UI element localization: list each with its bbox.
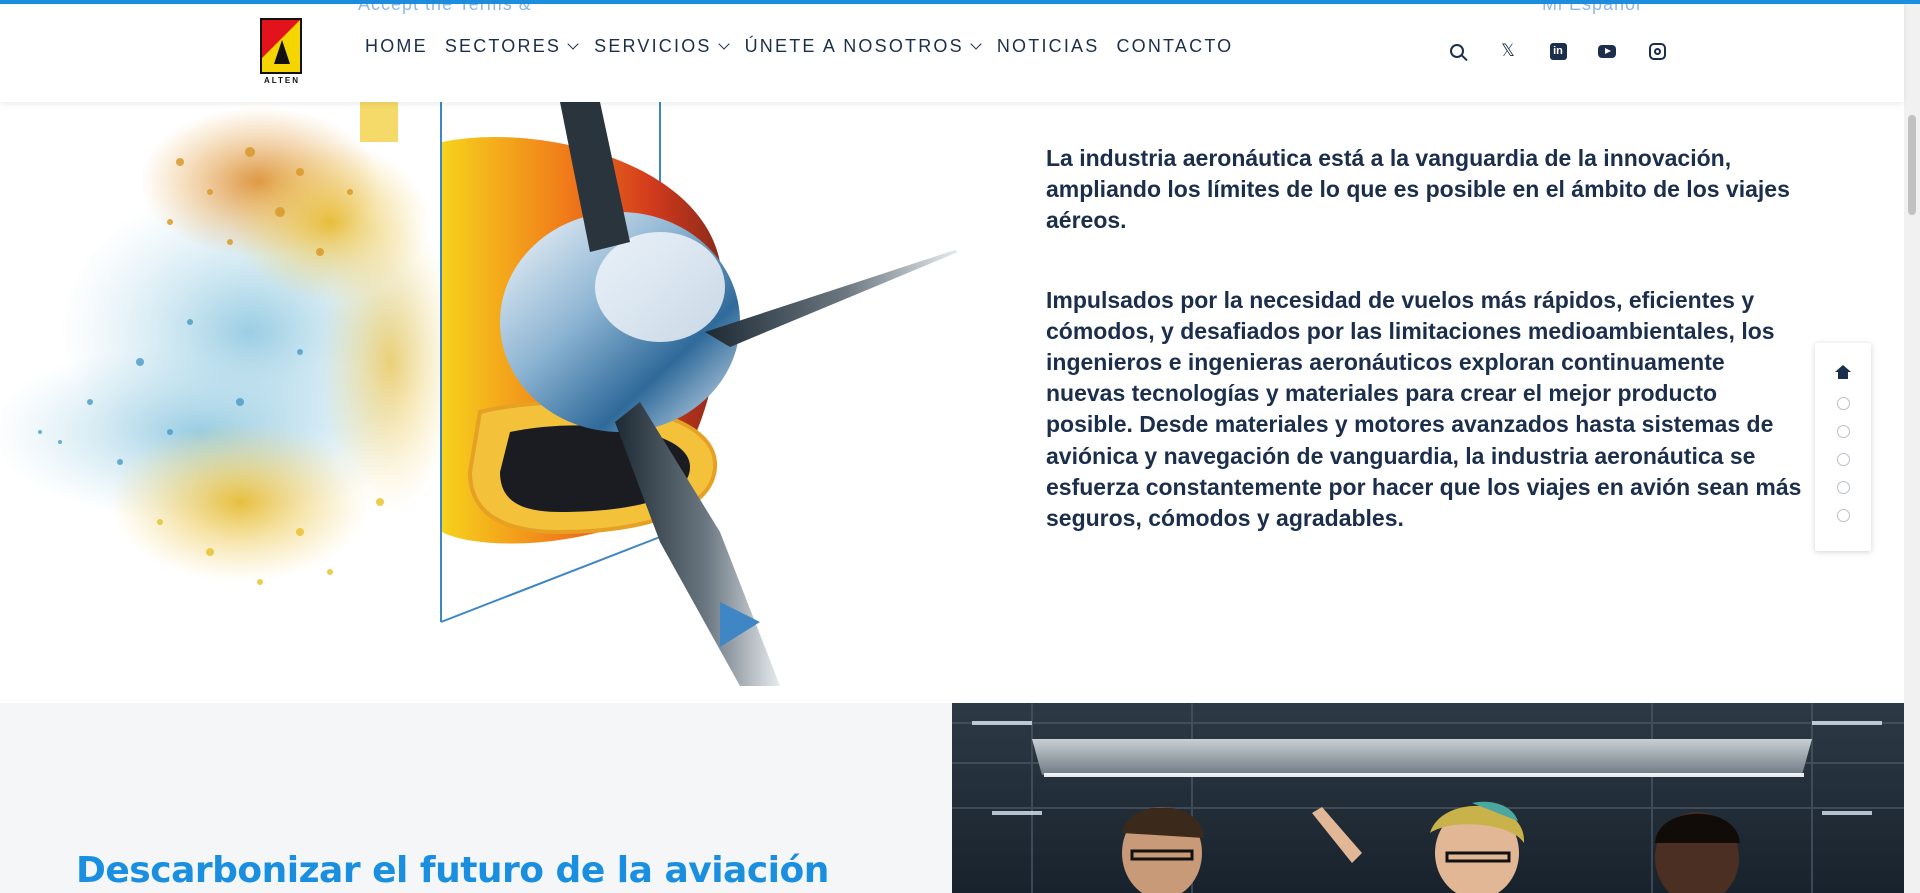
nav-label: HOME xyxy=(365,36,428,56)
hero-paragraph-2: Impulsados por la necesidad de vuelos má… xyxy=(1046,286,1802,532)
linkedin-link[interactable]: in xyxy=(1545,38,1571,64)
section-dot[interactable] xyxy=(1837,509,1850,522)
ghost-banner-text-right: Mi Español xyxy=(1542,0,1642,14)
alten-logo[interactable]: ALTEN xyxy=(260,18,304,88)
section-dot[interactable] xyxy=(1837,397,1850,410)
decarbonize-section: Descarbonizar el futuro de la aviación xyxy=(0,703,1904,893)
chevron-down-icon xyxy=(567,38,579,50)
linkedin-icon: in xyxy=(1549,42,1567,60)
chevron-down-icon xyxy=(717,38,730,50)
nav-unete[interactable]: ÚNETE A NOSOTROS xyxy=(744,36,982,57)
section-dot[interactable] xyxy=(1837,425,1850,438)
nav-label: CONTACTO xyxy=(1116,36,1234,56)
section-dot[interactable] xyxy=(1837,453,1850,466)
x-twitter-icon: 𝕏 xyxy=(1501,41,1515,61)
instagram-link[interactable] xyxy=(1644,38,1670,64)
nav-servicios[interactable]: SERVICIOS xyxy=(594,36,730,57)
logo-wordmark: ALTEN xyxy=(263,76,301,85)
instagram-icon xyxy=(1648,42,1666,60)
section-title: Descarbonizar el futuro de la aviación xyxy=(76,850,829,891)
nav-label: SECTORES xyxy=(444,36,562,56)
engineers-photo xyxy=(952,703,1904,893)
propeller-illustration xyxy=(0,102,960,686)
hero-paragraph-1: La industria aeronáutica está a la vangu… xyxy=(1046,145,1790,234)
home-icon[interactable] xyxy=(1835,365,1851,379)
engineers-photo-art xyxy=(952,703,1904,893)
nav-contacto[interactable]: CONTACTO xyxy=(1116,36,1233,57)
nav-label: NOTICIAS xyxy=(996,36,1100,56)
x-twitter-link[interactable]: 𝕏 xyxy=(1495,38,1521,64)
nav-label: ÚNETE A NOSOTROS xyxy=(744,36,964,56)
nav-label: SERVICIOS xyxy=(594,36,712,56)
search-icon xyxy=(1450,44,1464,58)
nav-noticias[interactable]: NOTICIAS xyxy=(997,36,1100,57)
main-nav: HOME SECTORES SERVICIOS ÚNETE A NOSOTROS… xyxy=(365,36,1250,57)
logo-mark xyxy=(260,18,302,74)
hero-text: La industria aeronáutica está a la vangu… xyxy=(1046,143,1806,582)
search-button[interactable] xyxy=(1444,38,1470,64)
site-header: ALTEN HOME SECTORES SERVICIOS ÚNETE A NO… xyxy=(0,0,1904,102)
section-dots-nav xyxy=(1815,343,1871,551)
page-scrollbar[interactable] xyxy=(1904,0,1920,893)
chevron-down-icon xyxy=(970,38,982,50)
scrollbar-thumb[interactable] xyxy=(1908,115,1916,215)
propeller-artwork xyxy=(0,102,958,686)
nav-sectores[interactable]: SECTORES xyxy=(444,36,579,57)
nav-home[interactable]: HOME xyxy=(365,36,428,57)
youtube-link[interactable] xyxy=(1594,38,1620,64)
youtube-icon xyxy=(1598,44,1616,58)
section-dot[interactable] xyxy=(1837,481,1850,494)
ghost-banner-text-left: Accept the Terms & xyxy=(358,0,532,14)
